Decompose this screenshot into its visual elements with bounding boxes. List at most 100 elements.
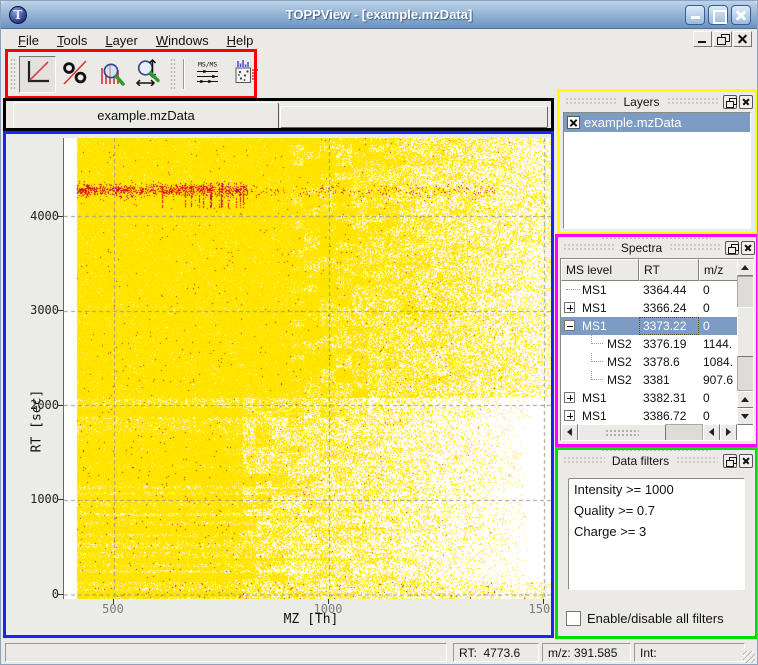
y-tick-mark [57, 499, 63, 500]
filters-panel-title: Data filters [608, 454, 673, 468]
scroll-down-button[interactable] [737, 408, 754, 425]
menu-item-help[interactable]: Help [218, 31, 263, 50]
tree-branch [591, 361, 603, 362]
msms-precursors-button[interactable]: MS/MS [189, 56, 226, 93]
column-header-ms-level[interactable]: MS level [561, 259, 639, 281]
data-filters-panel: Data filters Intensity >= 1000Quality >=… [560, 452, 753, 636]
spectra-close-button[interactable] [741, 241, 755, 255]
window-maximize-button[interactable] [708, 5, 728, 25]
rt-cell: 3381 [639, 371, 699, 389]
spectrum-row[interactable]: MS13366.240 [561, 299, 738, 317]
toolbar-grip[interactable] [10, 58, 16, 90]
menu-item-windows[interactable]: Windows [147, 31, 218, 50]
dock-splitter-grip[interactable] [601, 446, 711, 451]
scroll-left-button2[interactable] [703, 424, 720, 441]
filter-list[interactable]: Intensity >= 1000Quality >= 0.7Charge >=… [568, 478, 745, 590]
mz-cell: 0 [699, 389, 738, 407]
expand-icon[interactable] [564, 392, 575, 403]
column-header-rt[interactable]: RT [639, 259, 699, 281]
layers-float-button[interactable] [723, 95, 737, 109]
arrow-up-icon [741, 261, 749, 270]
percent-icon [61, 59, 88, 89]
rt-cell: 3382.31 [639, 389, 699, 407]
rt-cell: 3376.19 [639, 335, 699, 353]
filters-float-button[interactable] [723, 454, 737, 468]
status-intensity-field: Int: [634, 643, 745, 662]
column-header-m-z[interactable]: m/z [699, 259, 740, 281]
scroll-right-button[interactable] [720, 424, 737, 441]
mz-cell: 0 [699, 317, 738, 335]
peak-map-canvas[interactable] [63, 138, 552, 599]
percentage-intensity-mode-button[interactable] [56, 56, 93, 93]
ms-level-cell: MS1 [582, 389, 607, 407]
arrow-left-icon [705, 428, 714, 436]
hscroll-thumb[interactable] [578, 424, 666, 441]
filter-item[interactable]: Charge >= 3 [569, 521, 744, 542]
peak-map-view[interactable]: RT [sec] MZ [Th] 40003000200010000500100… [6, 135, 552, 635]
layer-visibility-checkbox[interactable] [567, 116, 580, 129]
linear-intensity-mode-button[interactable] [19, 56, 56, 93]
x-tick-label: 1000 [303, 602, 353, 616]
spectrum-row[interactable]: MS23376.191144. [561, 335, 738, 353]
toolbar-grip[interactable] [170, 58, 176, 90]
x-tick-mark [113, 599, 114, 604]
expand-icon[interactable] [564, 302, 575, 313]
zoom-mode-button[interactable] [93, 56, 130, 93]
msms-icon: MS/MS [194, 59, 221, 89]
layers-list: example.mzData [563, 112, 751, 229]
tab-bar: example.mzData [6, 101, 551, 130]
spectrum-row[interactable]: MS23378.61084. [561, 353, 738, 371]
mdi-minimize-button[interactable] [693, 31, 712, 47]
projections-button[interactable] [226, 56, 263, 93]
ms-level-cell: MS2 [607, 353, 632, 371]
menu-item-layer[interactable]: Layer [96, 31, 147, 50]
layer-item[interactable]: example.mzData [564, 113, 750, 132]
arrow-left-icon [563, 428, 572, 436]
spectrum-row[interactable]: MS13364.440 [561, 281, 738, 299]
ms-level-cell: MS2 [607, 371, 632, 389]
window-minimize-button[interactable] [685, 5, 705, 25]
resize-grip[interactable] [743, 651, 755, 663]
filters-panel-titlebar[interactable]: Data filters [560, 452, 753, 469]
mz-cell: 907.6 [699, 371, 738, 389]
mdi-close-button[interactable] [733, 31, 752, 47]
spectrum-row[interactable]: MS1 3382.310 [561, 389, 738, 407]
svg-text:MS/MS: MS/MS [198, 61, 217, 69]
arrow-down-icon [741, 414, 749, 423]
ms-level-cell: MS1 [582, 281, 607, 299]
spectrum-row[interactable]: MS13373.220 [561, 317, 738, 335]
filter-item[interactable]: Quality >= 0.7 [569, 500, 744, 521]
layers-close-button[interactable] [739, 95, 753, 109]
scroll-left-button[interactable] [561, 424, 578, 441]
vscroll-thumb[interactable] [737, 307, 754, 357]
spectra-float-button[interactable] [725, 241, 739, 255]
filters-close-button[interactable] [739, 454, 753, 468]
spectrum-row[interactable]: MS2 3381907.6 [561, 371, 738, 389]
rt-label: RT: [459, 646, 477, 660]
arrow-right-icon [726, 428, 735, 436]
scroll-up-button[interactable] [737, 259, 754, 276]
ms-level-cell: MS1 [582, 407, 607, 425]
tab-example-mzdata[interactable]: example.mzData [13, 102, 279, 129]
x-tick-mark [328, 599, 329, 604]
window-close-button[interactable] [731, 5, 751, 25]
filter-item[interactable]: Intensity >= 1000 [569, 479, 744, 500]
collapse-icon[interactable] [564, 320, 575, 331]
enable-all-filters-checkbox[interactable]: Enable/disable all filters [566, 611, 724, 626]
scroll-up-button2[interactable] [737, 391, 754, 408]
ms-level-cell: MS1 [582, 317, 607, 335]
y-tick-mark [57, 216, 63, 217]
layers-panel-titlebar[interactable]: Layers [562, 93, 753, 110]
mdi-restore-button[interactable] [713, 31, 732, 47]
tree-branch [566, 289, 580, 290]
expand-icon[interactable] [564, 410, 575, 421]
mz-value: 391.585 [574, 646, 617, 660]
mz-cell: 0 [699, 407, 738, 425]
dock-splitter-grip[interactable] [601, 234, 711, 239]
spectrum-row[interactable]: MS13386.720 [561, 407, 738, 425]
spectra-panel-titlebar[interactable]: Spectra [560, 239, 755, 256]
menu-item-tools[interactable]: Tools [48, 31, 96, 50]
mz-label: m/z: [548, 646, 571, 660]
menu-item-file[interactable]: File [9, 31, 48, 50]
translate-mode-button[interactable] [130, 56, 167, 93]
